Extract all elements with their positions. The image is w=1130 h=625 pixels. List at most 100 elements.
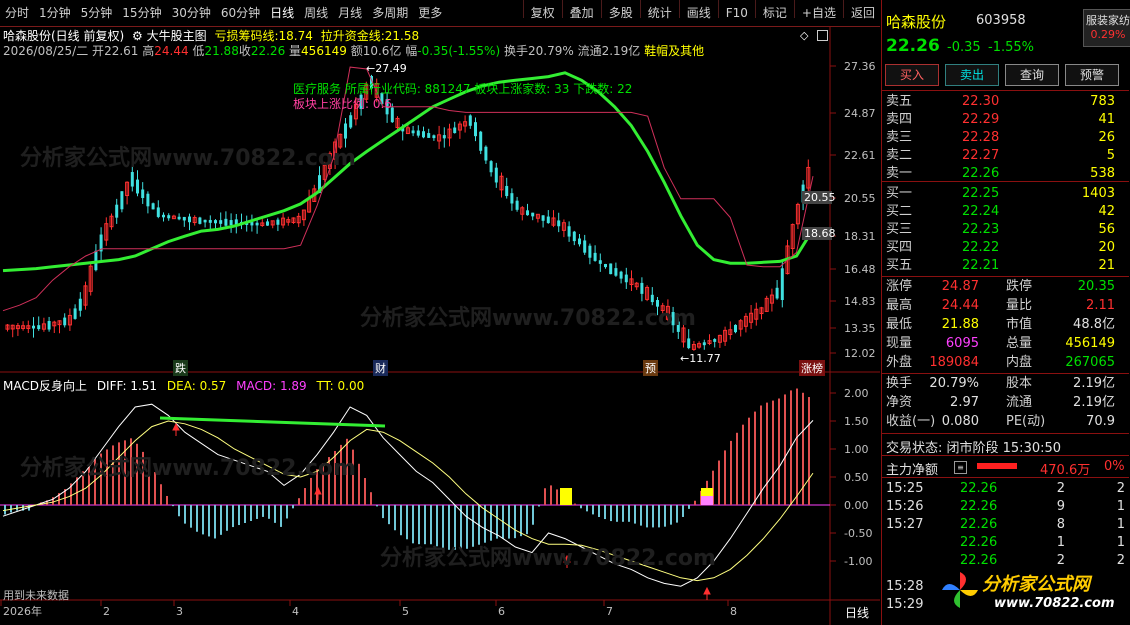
candle-body-down (162, 214, 165, 218)
candle-body-down (687, 338, 691, 349)
query-button[interactable]: 查询 (1005, 64, 1059, 86)
buy-level-1[interactable]: 买一 22.25 1403 (882, 185, 1129, 203)
candle-body-down (130, 172, 134, 187)
buy-signal-arrow (703, 586, 711, 600)
candle-body-down (650, 294, 654, 303)
candle-body-down (614, 268, 618, 276)
sector-badge[interactable]: 服装家纺 0.29% (1083, 9, 1130, 47)
candle-body-down (276, 219, 280, 225)
buy-signal-arrow (563, 554, 571, 568)
candle-body-down (640, 282, 644, 294)
x-tick-label: 7 (606, 605, 613, 618)
candle-body-down (557, 220, 561, 227)
event-badge-rank[interactable]: 涨榜 (799, 360, 825, 376)
y-tick-label: 12.02 (844, 347, 876, 360)
candle-body-down (344, 123, 347, 139)
candle-body-down (229, 220, 233, 226)
high-price-mark: ←27.49 (366, 62, 407, 75)
candle-body-down (609, 263, 613, 275)
event-badge-forecast[interactable]: 预 (643, 360, 658, 376)
sell-level-5[interactable]: 卖一 22.26 538 (882, 165, 1129, 183)
candle-body-down (203, 219, 207, 223)
candle-body-down (515, 200, 519, 210)
x-tick-label: 3 (176, 605, 183, 618)
dea-value: 0.57 (199, 379, 227, 393)
candle-body-down (713, 339, 717, 342)
candle-body-down (505, 185, 509, 197)
candle-body-down (780, 268, 784, 301)
event-badge-fall[interactable]: 跌 (173, 360, 188, 376)
tick-row-1: 15:26 22.26 9 1 (886, 499, 1125, 514)
macd-value: 1.89 (279, 379, 307, 393)
tick-row-2: 15:27 22.26 8 1 (886, 517, 1125, 532)
macd-title[interactable]: MACD反身向上 (3, 379, 87, 393)
candle-body-down (624, 274, 628, 283)
candle-body-down (120, 191, 124, 210)
candle-body-down (416, 130, 420, 136)
sell-level-4[interactable]: 卖二 22.27 5 (882, 147, 1129, 165)
candle-body-down (526, 210, 529, 216)
list-icon[interactable]: ≡ (954, 461, 967, 474)
stat-row-4: 外盘 189084 内盘 267065 (886, 355, 1115, 370)
x-tick-label: 5 (402, 605, 409, 618)
future-data-note: 用到未来数据 (3, 589, 69, 602)
sell-button[interactable]: 卖出 (945, 64, 999, 86)
candle-body-down (494, 167, 498, 183)
macd-header: MACD反身向上 DIFF: 1.51 DEA: 0.57 MACD: 1.89… (3, 379, 365, 393)
candle-body-down (474, 122, 477, 137)
tick-row-5: 15:28 (886, 579, 924, 594)
buy-level-4[interactable]: 买四 22.22 20 (882, 239, 1129, 257)
candle-body-down (182, 216, 186, 221)
candle-body-down (468, 115, 472, 126)
candle-body-down (541, 215, 545, 221)
candle-body-down (255, 222, 259, 226)
current-price: 22.26 (886, 36, 940, 56)
tick-row-4: 22.26 2 2 (960, 553, 1125, 568)
y-tick-label: 24.87 (844, 107, 876, 120)
candle-body-down (604, 264, 607, 268)
trade-state: 交易状态: 闭市阶段 15:30:50 (886, 441, 1062, 456)
macd-tick-label: 2.00 (844, 387, 869, 400)
stat-row-0: 涨停 24.87 跌停 20.35 (886, 279, 1115, 294)
event-badge-finance[interactable]: 财 (373, 360, 388, 376)
sell-level-2[interactable]: 卖四 22.29 41 (882, 111, 1129, 129)
candle-body-down (146, 193, 150, 207)
candle-body-down (583, 240, 587, 253)
period-indicator[interactable]: 日线 (845, 604, 869, 621)
candle-body-down (250, 222, 254, 226)
candle-body-down (37, 325, 41, 330)
candle-body-down (47, 321, 51, 330)
candle-body-down (427, 133, 431, 138)
buy-level-3[interactable]: 买三 22.23 56 (882, 221, 1129, 239)
candle-body-down (676, 321, 680, 332)
y-tick-label: 16.48 (844, 263, 876, 276)
sell-level-1[interactable]: 卖五 22.30 783 (882, 93, 1129, 111)
fund-row-1: 净资 2.97 流通 2.19亿 (886, 395, 1115, 410)
main-flow-bar (977, 463, 1017, 469)
candle-body-down (572, 231, 576, 242)
main-flow-value: 470.6万 (1040, 463, 1091, 478)
candle-body-down (151, 203, 155, 210)
buy-level-5[interactable]: 买五 22.21 21 (882, 257, 1129, 275)
candle-body-down (656, 300, 659, 307)
sector-rise-label: 板块上涨比例: 0.6 (293, 97, 392, 111)
stat-row-1: 最高 24.44 量比 2.11 (886, 298, 1115, 313)
y-tick-label: 27.36 (844, 60, 876, 73)
buy-level-2[interactable]: 买二 22.24 42 (882, 203, 1129, 221)
y-tick-label: 20.55 (844, 192, 876, 205)
x-tick-label: 2 (103, 605, 110, 618)
loss-chip-line (2, 71, 815, 273)
candle-body-down (442, 135, 446, 139)
y-tick-label: 13.35 (844, 322, 876, 335)
stock-name: 哈森股份 (886, 13, 947, 31)
candle-body-down (619, 271, 623, 279)
candle-body-down (156, 207, 160, 217)
stock-code: 603958 (976, 13, 1026, 28)
pull-fund-line (2, 66, 814, 312)
candle-body-down (484, 146, 488, 161)
alert-button[interactable]: 预警 (1065, 64, 1119, 86)
buy-button[interactable]: 买入 (885, 64, 939, 86)
sell-level-3[interactable]: 卖三 22.28 26 (882, 129, 1129, 147)
x-tick-label: 4 (292, 605, 299, 618)
macd-trend-line (159, 416, 386, 428)
